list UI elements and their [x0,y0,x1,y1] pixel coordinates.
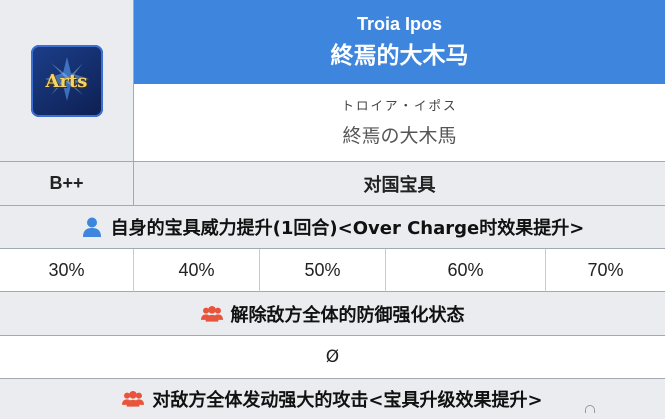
user-icon [81,217,103,237]
np-rank: B++ [0,162,134,206]
np-ruby-text: トロイア・イポス [341,97,458,113]
effect-1-value-2: 40% [134,249,260,292]
effect-text-1: 自身的宝具威力提升(1回合)<Over Charge时效果提升> [110,218,585,239]
effect-1-value-5: 70% [546,249,665,292]
effect-1-value-4: 60% [386,249,546,292]
np-type: 对国宝具 [134,162,665,206]
card-type-label: Arts [45,70,88,92]
effect-text-2: 解除敌方全体的防御强化状态 [230,304,465,326]
effect-1-value-1: 30% [0,249,134,292]
np-name-english: Troia Ipos [356,14,443,34]
users-icon [122,389,145,409]
scroll-hint-icon [585,405,595,413]
np-title-header: Troia Ipos 終焉的大木马 [134,0,665,84]
effect-2-value: Ø [0,336,665,379]
noble-phantasm-table: Arts Troia Ipos 終焉的大木马 トロイア・イポス 終焉の大木馬 B… [0,0,665,419]
effect-header-1: 自身的宝具威力提升(1回合)<Over Charge时效果提升> [0,206,665,249]
effect-header-3: 对敌方全体发动强大的攻击<宝具升级效果提升> [0,379,665,419]
card-type-cell: Arts [0,0,134,162]
effect-text-3: 对敌方全体发动强大的攻击<宝具升级效果提升> [152,390,543,411]
np-name-japanese: 終焉の大木馬 [342,124,457,147]
effect-header-2: 解除敌方全体的防御强化状态 [0,292,665,336]
users-icon [200,304,223,324]
effect-1-value-3: 50% [260,249,386,292]
np-name-chinese: 終焉的大木马 [330,43,469,69]
arts-card-icon: Arts [30,44,103,117]
np-japanese-name-cell: トロイア・イポス 終焉の大木馬 [134,84,665,162]
